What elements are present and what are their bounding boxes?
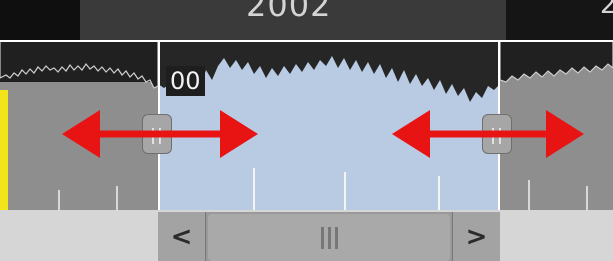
timeline-pane-after-selection[interactable] bbox=[500, 40, 613, 210]
waveform-selection bbox=[158, 40, 500, 210]
grip-icon: || bbox=[150, 124, 164, 144]
grip-line bbox=[327, 226, 331, 249]
year-label: 2002 bbox=[246, 0, 332, 24]
current-position-marker bbox=[0, 90, 8, 210]
selection-start-handle[interactable]: || bbox=[142, 114, 172, 154]
scrollbar-thumb[interactable] bbox=[208, 214, 450, 261]
range-border-top-right bbox=[500, 40, 613, 42]
year-segment-next bbox=[506, 0, 613, 40]
scroll-left-button[interactable]: < bbox=[158, 212, 206, 261]
selection-end-handle[interactable]: || bbox=[482, 114, 512, 154]
range-border-top-left bbox=[0, 40, 158, 42]
timeline-selection-range[interactable] bbox=[158, 40, 500, 210]
grip-icon: || bbox=[490, 124, 504, 144]
year-segment-previous bbox=[0, 0, 80, 40]
selection-time-label: 00 bbox=[166, 66, 205, 96]
waveform-before-selection bbox=[0, 40, 158, 210]
timeline-widget: 2002 2 00 || || < > bbox=[0, 0, 613, 261]
chevron-left-icon: < bbox=[170, 221, 193, 252]
next-year-label: 2 bbox=[600, 0, 613, 20]
year-header: 2002 2 bbox=[0, 0, 613, 40]
grip-line bbox=[320, 226, 324, 249]
timeline-pane-before-selection[interactable] bbox=[0, 40, 158, 210]
chevron-right-icon: > bbox=[465, 221, 488, 252]
waveform-after-selection bbox=[500, 40, 613, 210]
scroll-right-button[interactable]: > bbox=[452, 212, 500, 261]
grip-line bbox=[334, 226, 338, 249]
